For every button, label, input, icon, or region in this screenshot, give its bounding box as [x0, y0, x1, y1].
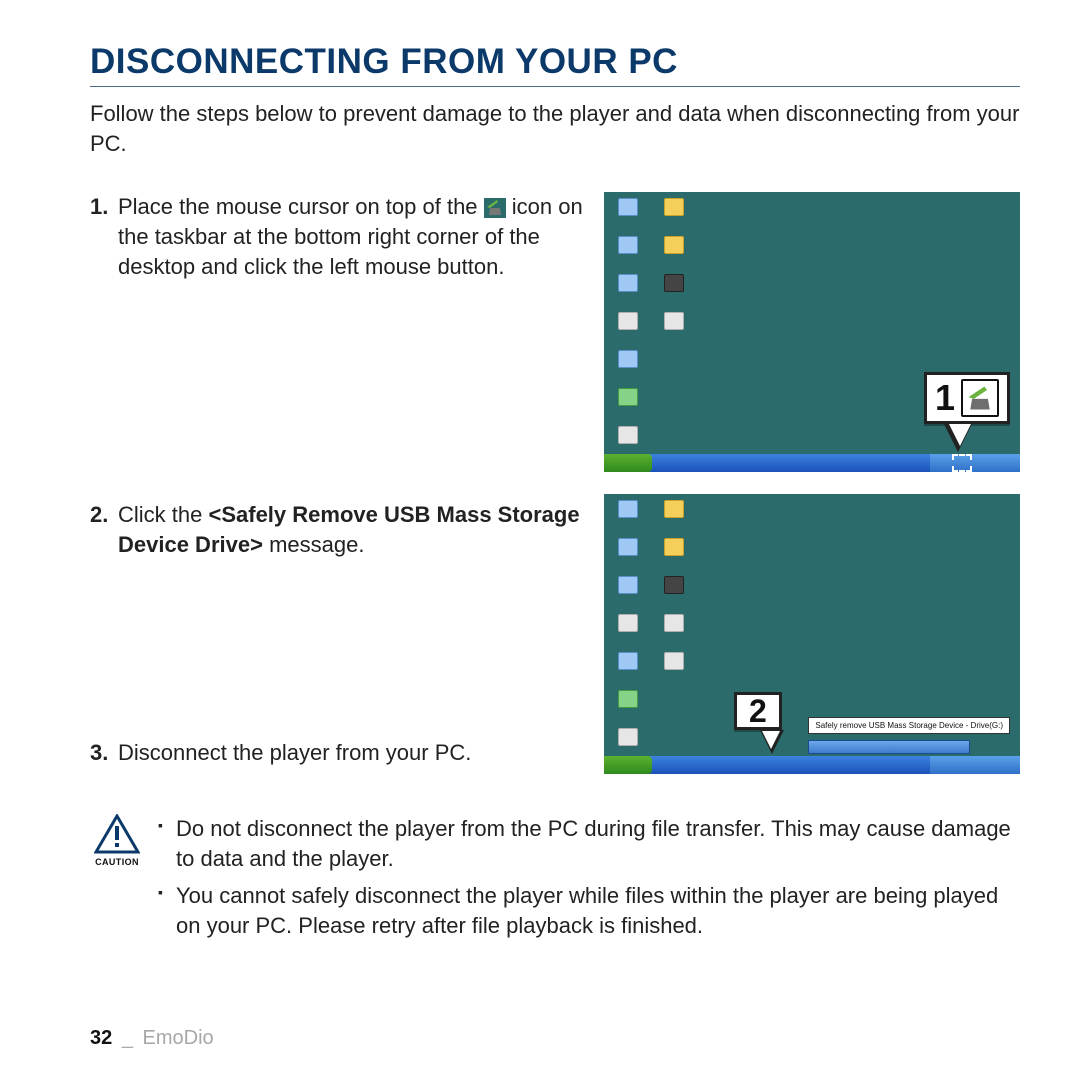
desktop-icon: [656, 614, 692, 648]
desktop-icon: [656, 538, 692, 572]
desktop-icon: [610, 312, 646, 346]
step-1-body: Place the mouse cursor on top of the ico…: [118, 192, 590, 482]
desktop-icon: [656, 236, 692, 270]
steps-column: 1. Place the mouse cursor on top of the …: [90, 192, 590, 786]
page-footer: 32 _ EmoDio: [90, 1027, 214, 1050]
page-number: 32: [90, 1027, 112, 1049]
tray-icon-highlight: [952, 454, 972, 472]
safely-remove-tooltip: Safely remove USB Mass Storage Device - …: [808, 717, 1010, 734]
step-2-body: Click the <Safely Remove USB Mass Storag…: [118, 500, 590, 720]
step-1: 1. Place the mouse cursor on top of the …: [90, 192, 590, 482]
desktop-icon: [656, 576, 692, 610]
step-2-number: 2.: [90, 500, 118, 720]
desktop-icon: [610, 576, 646, 610]
desktop-icon: [610, 274, 646, 308]
system-tray: [930, 454, 1020, 472]
callout-1: 1: [924, 372, 1010, 424]
step-2-post: message.: [269, 532, 364, 557]
caution-label: CAUTION: [95, 856, 139, 868]
callout-1-number: 1: [935, 380, 955, 416]
screenshot-1: 1: [604, 192, 1020, 472]
start-button: [604, 756, 652, 774]
callout-2: 2: [734, 692, 782, 730]
caution-item: You cannot safely disconnect the player …: [158, 881, 1020, 940]
manual-page: DISCONNECTING FROM YOUR PC Follow the st…: [0, 0, 1080, 1080]
footer-section: EmoDio: [143, 1027, 214, 1049]
system-tray: [930, 756, 1020, 774]
content-columns: 1. Place the mouse cursor on top of the …: [90, 192, 1020, 786]
callout-2-number: 2: [749, 695, 767, 727]
start-button: [604, 454, 652, 472]
caution-block: CAUTION Do not disconnect the player fro…: [90, 814, 1020, 949]
desktop-icon: [610, 236, 646, 270]
step-1-number: 1.: [90, 192, 118, 482]
screenshot-2: Safely remove USB Mass Storage Device - …: [604, 494, 1020, 774]
step-2-pre: Click the: [118, 502, 208, 527]
caution-triangle-icon: [94, 814, 140, 854]
safely-remove-icon: [961, 379, 999, 417]
step-1-pre: Place the mouse cursor on top of the: [118, 194, 484, 219]
desktop-icon: [610, 690, 646, 724]
tray-balloon-bar: [808, 740, 970, 754]
callout-1-tail-inner: [949, 424, 971, 446]
caution-list: Do not disconnect the player from the PC…: [158, 814, 1020, 949]
step-3: 3. Disconnect the player from your PC.: [90, 738, 590, 768]
page-title: DISCONNECTING FROM YOUR PC: [90, 42, 1020, 87]
desktop-icon: [656, 652, 692, 686]
safely-remove-icon-inline: [484, 196, 506, 216]
desktop-icon: [656, 500, 692, 534]
step-2: 2. Click the <Safely Remove USB Mass Sto…: [90, 500, 590, 720]
desktop-icon: [610, 198, 646, 232]
caution-mark: CAUTION: [90, 814, 144, 868]
desktop-icon: [610, 350, 646, 384]
callout-2-tail-inner: [762, 731, 780, 749]
desktop-icon: [610, 614, 646, 648]
desktop-icon: [610, 388, 646, 422]
desktop-icon: [610, 538, 646, 572]
desktop-icon: [610, 500, 646, 534]
footer-separator: _: [122, 1027, 133, 1049]
step-3-body: Disconnect the player from your PC.: [118, 738, 590, 768]
desktop-icon: [610, 652, 646, 686]
caution-item: Do not disconnect the player from the PC…: [158, 814, 1020, 873]
desktop-icon: [656, 312, 692, 346]
step-3-number: 3.: [90, 738, 118, 768]
desktop-icon: [656, 274, 692, 308]
desktop-icon: [656, 198, 692, 232]
screenshots-column: 1: [604, 192, 1020, 774]
intro-text: Follow the steps below to prevent damage…: [90, 99, 1020, 158]
